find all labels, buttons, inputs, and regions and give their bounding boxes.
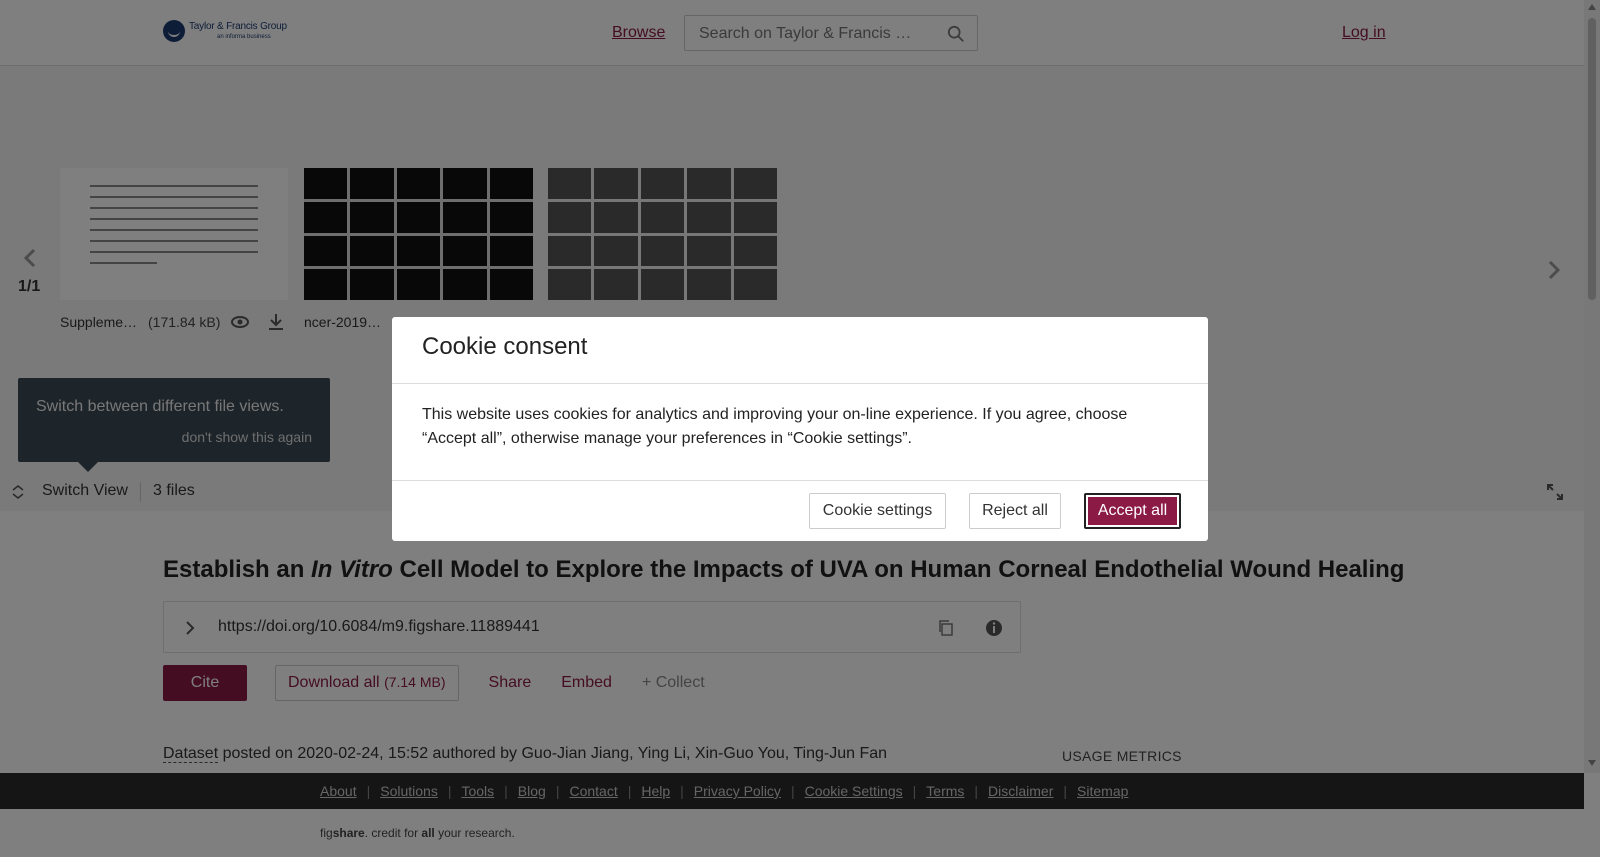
dialog-body: This website uses cookies for analytics … xyxy=(422,406,1128,447)
accept-all-button[interactable]: Accept all xyxy=(1084,493,1181,529)
divider xyxy=(392,383,1208,384)
cookie-consent-dialog: Cookie consent This website uses cookies… xyxy=(392,317,1208,541)
cookie-settings-button[interactable]: Cookie settings xyxy=(809,493,946,529)
reject-all-button[interactable]: Reject all xyxy=(969,493,1061,529)
dialog-title: Cookie consent xyxy=(422,333,588,360)
divider xyxy=(392,480,1208,481)
